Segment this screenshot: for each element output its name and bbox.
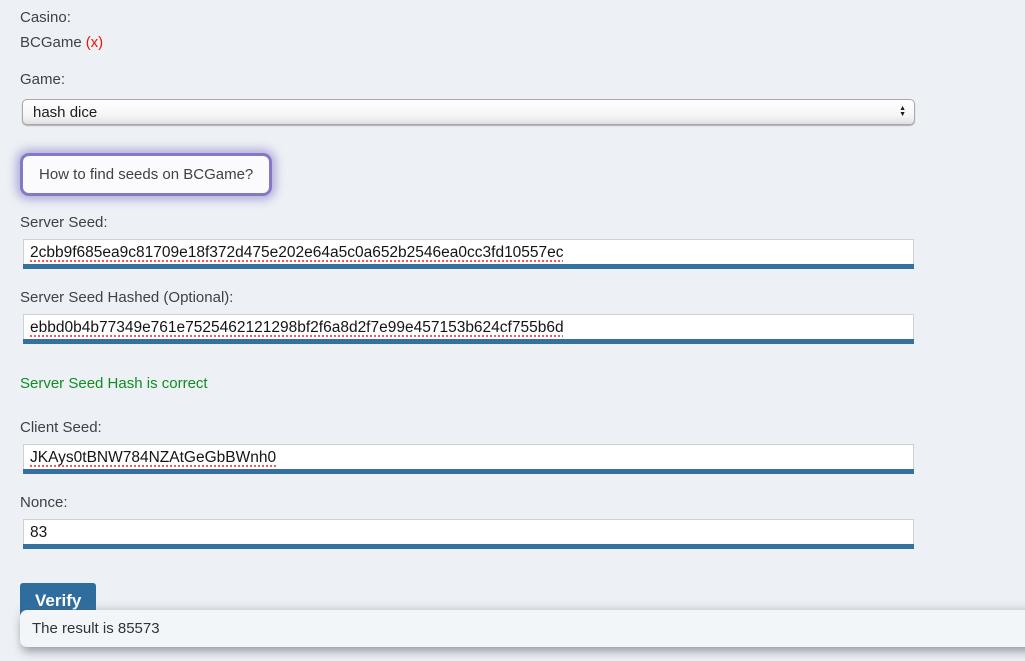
game-label: Game: xyxy=(20,70,1025,90)
server-seed-hashed-input[interactable]: ebbd0b4b77349e761e7525462121298bf2f6a8d2… xyxy=(23,314,914,339)
server-seed-hashed-value: ebbd0b4b77349e761e7525462121298bf2f6a8d2… xyxy=(30,319,564,336)
server-seed-value: 2cbb9f685ea9c81709e18f372d475e202e64a5c0… xyxy=(30,244,564,261)
nonce-input-underline xyxy=(23,544,914,549)
result-bar: The result is 85573 xyxy=(20,610,1025,647)
nonce-label: Nonce: xyxy=(20,493,1025,513)
hash-status-message: Server Seed Hash is correct xyxy=(20,375,1025,392)
nonce-value: 83 xyxy=(30,524,47,541)
how-to-find-seeds-button[interactable]: How to find seeds on BCGame? xyxy=(23,156,269,193)
arrow-down-icon: ▼ xyxy=(899,112,906,118)
verifier-form: Casino: BCGame(x) Game: hash dice ▲ ▼ Ho… xyxy=(0,0,1025,620)
server-seed-label: Server Seed: xyxy=(20,213,1025,233)
server-seed-input-underline xyxy=(23,264,914,269)
casino-name: BCGame xyxy=(20,34,82,51)
server-seed-hashed-input-underline xyxy=(23,339,914,344)
client-seed-label: Client Seed: xyxy=(20,418,1025,438)
game-select-value: hash dice xyxy=(33,104,97,121)
result-text: The result is 85573 xyxy=(32,620,160,637)
client-seed-input[interactable]: JKAys0tBNW784NZAtGeGbBWnh0 xyxy=(23,444,914,469)
server-seed-input[interactable]: 2cbb9f685ea9c81709e18f372d475e202e64a5c0… xyxy=(23,239,914,264)
client-seed-value: JKAys0tBNW784NZAtGeGbBWnh0 xyxy=(30,449,276,466)
casino-label: Casino: xyxy=(20,8,1025,28)
server-seed-hashed-label: Server Seed Hashed (Optional): xyxy=(20,288,1025,308)
select-arrows-icon: ▲ ▼ xyxy=(899,106,906,118)
nonce-input[interactable]: 83 xyxy=(23,519,914,544)
game-select[interactable]: hash dice ▲ ▼ xyxy=(22,99,915,125)
client-seed-input-underline xyxy=(23,469,914,474)
remove-casino-link[interactable]: (x) xyxy=(86,34,104,51)
casino-value-line: BCGame(x) xyxy=(20,33,1025,53)
